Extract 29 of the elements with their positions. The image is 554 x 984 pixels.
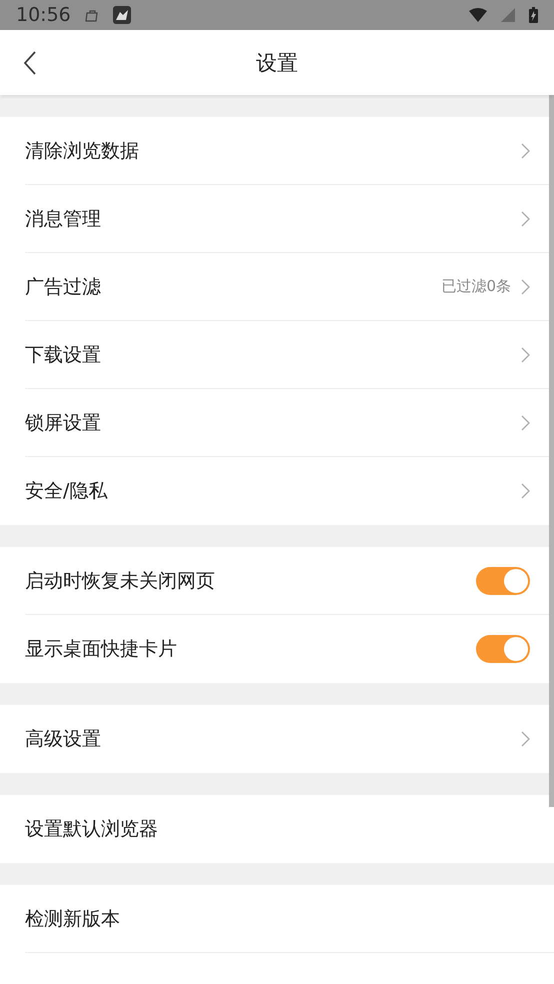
setting-label[interactable]: 下载设置: [25, 342, 521, 368]
app-icon: [112, 6, 131, 24]
chevron-right-icon: [521, 210, 530, 226]
setting-label[interactable]: 消息管理: [25, 206, 521, 232]
toggle-switch[interactable]: [476, 566, 530, 594]
setting-value: 已过滤0条: [441, 277, 511, 296]
back-icon: [23, 51, 37, 75]
setting-label[interactable]: 广告过滤: [25, 274, 442, 300]
chevron-right-icon: [521, 346, 530, 362]
setting-label[interactable]: 安全/隐私: [25, 478, 521, 504]
setting-label[interactable]: 锁屏设置: [25, 410, 521, 436]
chevron-right-icon: [521, 278, 530, 294]
setting-label[interactable]: 检测新版本: [25, 906, 530, 932]
battery-icon: [529, 7, 538, 23]
signal-icon: [501, 8, 515, 22]
chevron-right-icon: [521, 483, 530, 499]
bag-icon: [84, 8, 99, 22]
setting-label[interactable]: 显示桌面快捷卡片: [25, 636, 476, 662]
setting-label[interactable]: 启动时恢复未关闭网页: [25, 568, 476, 594]
chevron-right-icon: [521, 142, 530, 158]
chevron-right-icon: [521, 731, 530, 747]
chevron-right-icon: [521, 414, 530, 430]
wifi-icon: [469, 8, 487, 22]
status-time: 10:56: [16, 4, 71, 26]
page-title: 设置: [256, 50, 298, 76]
toggle-switch[interactable]: [476, 635, 530, 663]
setting-label[interactable]: 设置默认浏览器: [25, 816, 530, 842]
setting-label[interactable]: 清除浏览数据: [25, 138, 521, 164]
setting-label[interactable]: 高级设置: [25, 726, 521, 752]
